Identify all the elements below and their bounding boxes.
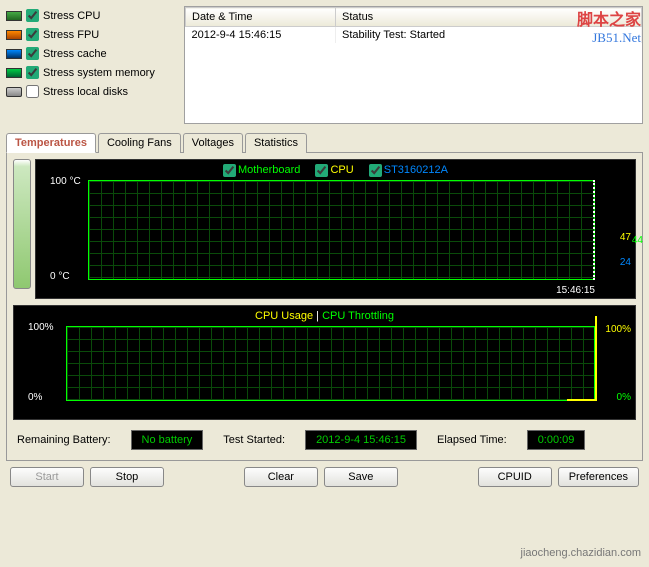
battery-label: Remaining Battery: bbox=[17, 434, 111, 446]
cpu-y-min: 0% bbox=[28, 392, 42, 403]
cpu-grid bbox=[66, 326, 595, 401]
temp-cursor-line bbox=[591, 180, 595, 280]
cache-icon bbox=[6, 49, 22, 59]
tab-statistics[interactable]: Statistics bbox=[245, 133, 307, 153]
started-label: Test Started: bbox=[223, 434, 285, 446]
watermark-bottom: jiaocheng.chazidian.com bbox=[521, 547, 641, 559]
stress-memory-label: Stress system memory bbox=[43, 67, 155, 79]
stress-fpu-checkbox[interactable] bbox=[26, 28, 39, 41]
main-window: Stress CPU Stress FPU Stress cache Stres… bbox=[0, 0, 649, 499]
tab-voltages[interactable]: Voltages bbox=[183, 133, 243, 153]
temp-x-time: 15:46:15 bbox=[556, 285, 595, 296]
stress-fpu-label: Stress FPU bbox=[43, 29, 99, 41]
stress-options-panel: Stress CPU Stress FPU Stress cache Stres… bbox=[6, 6, 176, 124]
battery-value: No battery bbox=[131, 430, 204, 450]
legend-disk-label: ST3160212A bbox=[384, 164, 448, 176]
memory-icon bbox=[6, 68, 22, 78]
cpu-usage-chart: CPU Usage | CPU Throttling 100% 0% 100% … bbox=[13, 305, 636, 420]
event-log-table: Date & Time Status 2012-9-4 15:46:15 Sta… bbox=[185, 7, 642, 43]
table-row[interactable]: 2012-9-4 15:46:15 Stability Test: Starte… bbox=[186, 27, 642, 44]
fpu-icon bbox=[6, 30, 22, 40]
cpu-value-usage: 100% bbox=[605, 324, 631, 335]
battery-indicator bbox=[13, 159, 31, 289]
stress-fpu-row: Stress FPU bbox=[6, 25, 176, 44]
cpu-value-throttling: 0% bbox=[617, 392, 631, 403]
save-button[interactable]: Save bbox=[324, 467, 398, 487]
stress-cpu-checkbox[interactable] bbox=[26, 9, 39, 22]
stress-cpu-row: Stress CPU bbox=[6, 6, 176, 25]
log-header-status[interactable]: Status bbox=[336, 8, 642, 27]
temp-y-max: 100 °C bbox=[50, 176, 81, 187]
stress-cache-row: Stress cache bbox=[6, 44, 176, 63]
stress-cache-checkbox[interactable] bbox=[26, 47, 39, 60]
temperature-legend: Motherboard CPU ST3160212A bbox=[44, 164, 627, 179]
started-value: 2012-9-4 15:46:15 bbox=[305, 430, 417, 450]
tab-cooling-fans[interactable]: Cooling Fans bbox=[98, 133, 181, 153]
tab-bar: Temperatures Cooling Fans Voltages Stati… bbox=[6, 132, 643, 153]
legend-cpu-usage: CPU Usage bbox=[255, 310, 313, 322]
stress-cpu-label: Stress CPU bbox=[43, 10, 100, 22]
legend-cpu-label: CPU bbox=[330, 164, 353, 176]
cpu-icon bbox=[6, 11, 22, 21]
elapsed-label: Elapsed Time: bbox=[437, 434, 507, 446]
cpu-y-max: 100% bbox=[28, 322, 54, 333]
log-cell-datetime: 2012-9-4 15:46:15 bbox=[186, 27, 336, 44]
cpuid-button[interactable]: CPUID bbox=[478, 467, 552, 487]
cpu-usage-line bbox=[567, 316, 597, 401]
tab-content: Motherboard CPU ST3160212A 100 °C 0 °C 4… bbox=[6, 153, 643, 461]
legend-disk-checkbox[interactable] bbox=[369, 164, 382, 177]
elapsed-value: 0:00:09 bbox=[527, 430, 586, 450]
button-bar: Start Stop Clear Save CPUID Preferences bbox=[6, 461, 643, 493]
temp-grid bbox=[88, 180, 595, 280]
temperature-chart: Motherboard CPU ST3160212A 100 °C 0 °C 4… bbox=[35, 159, 636, 299]
stress-disks-label: Stress local disks bbox=[43, 86, 128, 98]
temp-value-cpu: 47 bbox=[620, 232, 631, 243]
temp-value-disk: 24 bbox=[620, 257, 631, 268]
stress-memory-checkbox[interactable] bbox=[26, 66, 39, 79]
disk-icon bbox=[6, 87, 22, 97]
temp-value-motherboard: 44 bbox=[632, 235, 643, 246]
log-header-datetime[interactable]: Date & Time bbox=[186, 8, 336, 27]
stress-memory-row: Stress system memory bbox=[6, 63, 176, 82]
legend-motherboard-checkbox[interactable] bbox=[223, 164, 236, 177]
legend-motherboard-label: Motherboard bbox=[238, 164, 300, 176]
clear-button[interactable]: Clear bbox=[244, 467, 318, 487]
stress-disks-checkbox[interactable] bbox=[26, 85, 39, 98]
event-log-panel: Date & Time Status 2012-9-4 15:46:15 Sta… bbox=[184, 6, 643, 124]
tab-temperatures[interactable]: Temperatures bbox=[6, 133, 96, 153]
status-bar: Remaining Battery: No battery Test Start… bbox=[13, 420, 636, 454]
stress-cache-label: Stress cache bbox=[43, 48, 107, 60]
start-button[interactable]: Start bbox=[10, 467, 84, 487]
log-cell-status: Stability Test: Started bbox=[336, 27, 642, 44]
legend-cpu-throttling: CPU Throttling bbox=[322, 310, 394, 322]
temp-y-min: 0 °C bbox=[50, 271, 70, 282]
preferences-button[interactable]: Preferences bbox=[558, 467, 639, 487]
cpu-legend: CPU Usage | CPU Throttling bbox=[22, 310, 627, 324]
stop-button[interactable]: Stop bbox=[90, 467, 164, 487]
legend-cpu-checkbox[interactable] bbox=[315, 164, 328, 177]
stress-disks-row: Stress local disks bbox=[6, 82, 176, 101]
